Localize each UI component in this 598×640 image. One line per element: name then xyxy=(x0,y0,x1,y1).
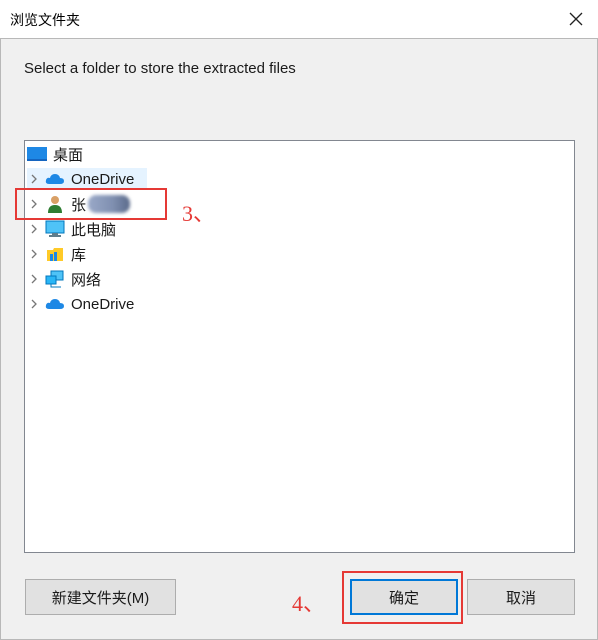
annotation-box-step3 xyxy=(15,188,167,220)
onedrive-cloud-icon xyxy=(45,295,65,313)
window-title: 浏览文件夹 xyxy=(10,12,80,28)
chevron-right-icon[interactable] xyxy=(27,243,41,265)
tree-item-this-pc[interactable]: 此电脑 xyxy=(27,218,116,240)
desktop-icon xyxy=(27,145,47,163)
instruction-text: Select a folder to store the extracted f… xyxy=(24,60,296,77)
tree-item-label: 桌面 xyxy=(53,146,84,164)
tree-item-label: OneDrive xyxy=(71,295,135,313)
chevron-right-icon[interactable] xyxy=(27,293,41,315)
chevron-right-icon[interactable] xyxy=(27,218,41,240)
tree-item-network[interactable]: 网络 xyxy=(27,268,101,290)
chevron-right-icon[interactable] xyxy=(27,168,41,190)
tree-item-libraries[interactable]: 库 xyxy=(27,243,86,265)
tree-item-onedrive-2[interactable]: OneDrive xyxy=(27,293,134,315)
ok-button[interactable]: 确定 xyxy=(350,579,458,615)
chevron-right-icon[interactable] xyxy=(27,268,41,290)
annotation-label-step3: 3、 xyxy=(182,201,216,226)
tree-item-desktop[interactable]: 桌面 xyxy=(27,143,83,165)
tree-item-label: 此电脑 xyxy=(71,221,117,239)
close-button[interactable] xyxy=(560,4,592,34)
tree-item-label: 库 xyxy=(71,246,87,264)
tree-item-label: 网络 xyxy=(71,271,102,289)
close-icon xyxy=(569,12,583,26)
network-icon xyxy=(45,270,65,288)
cancel-button[interactable]: 取消 xyxy=(467,579,575,615)
onedrive-cloud-icon xyxy=(45,170,65,188)
computer-icon xyxy=(45,220,65,238)
new-folder-button[interactable]: 新建文件夹(M) xyxy=(25,579,176,615)
annotation-label-step4: 4、 xyxy=(292,591,326,616)
tree-item-label: OneDrive xyxy=(71,170,135,188)
library-icon xyxy=(45,245,65,263)
tree-item-onedrive[interactable]: OneDrive xyxy=(27,168,147,190)
title-bar: 浏览文件夹 xyxy=(0,0,598,38)
